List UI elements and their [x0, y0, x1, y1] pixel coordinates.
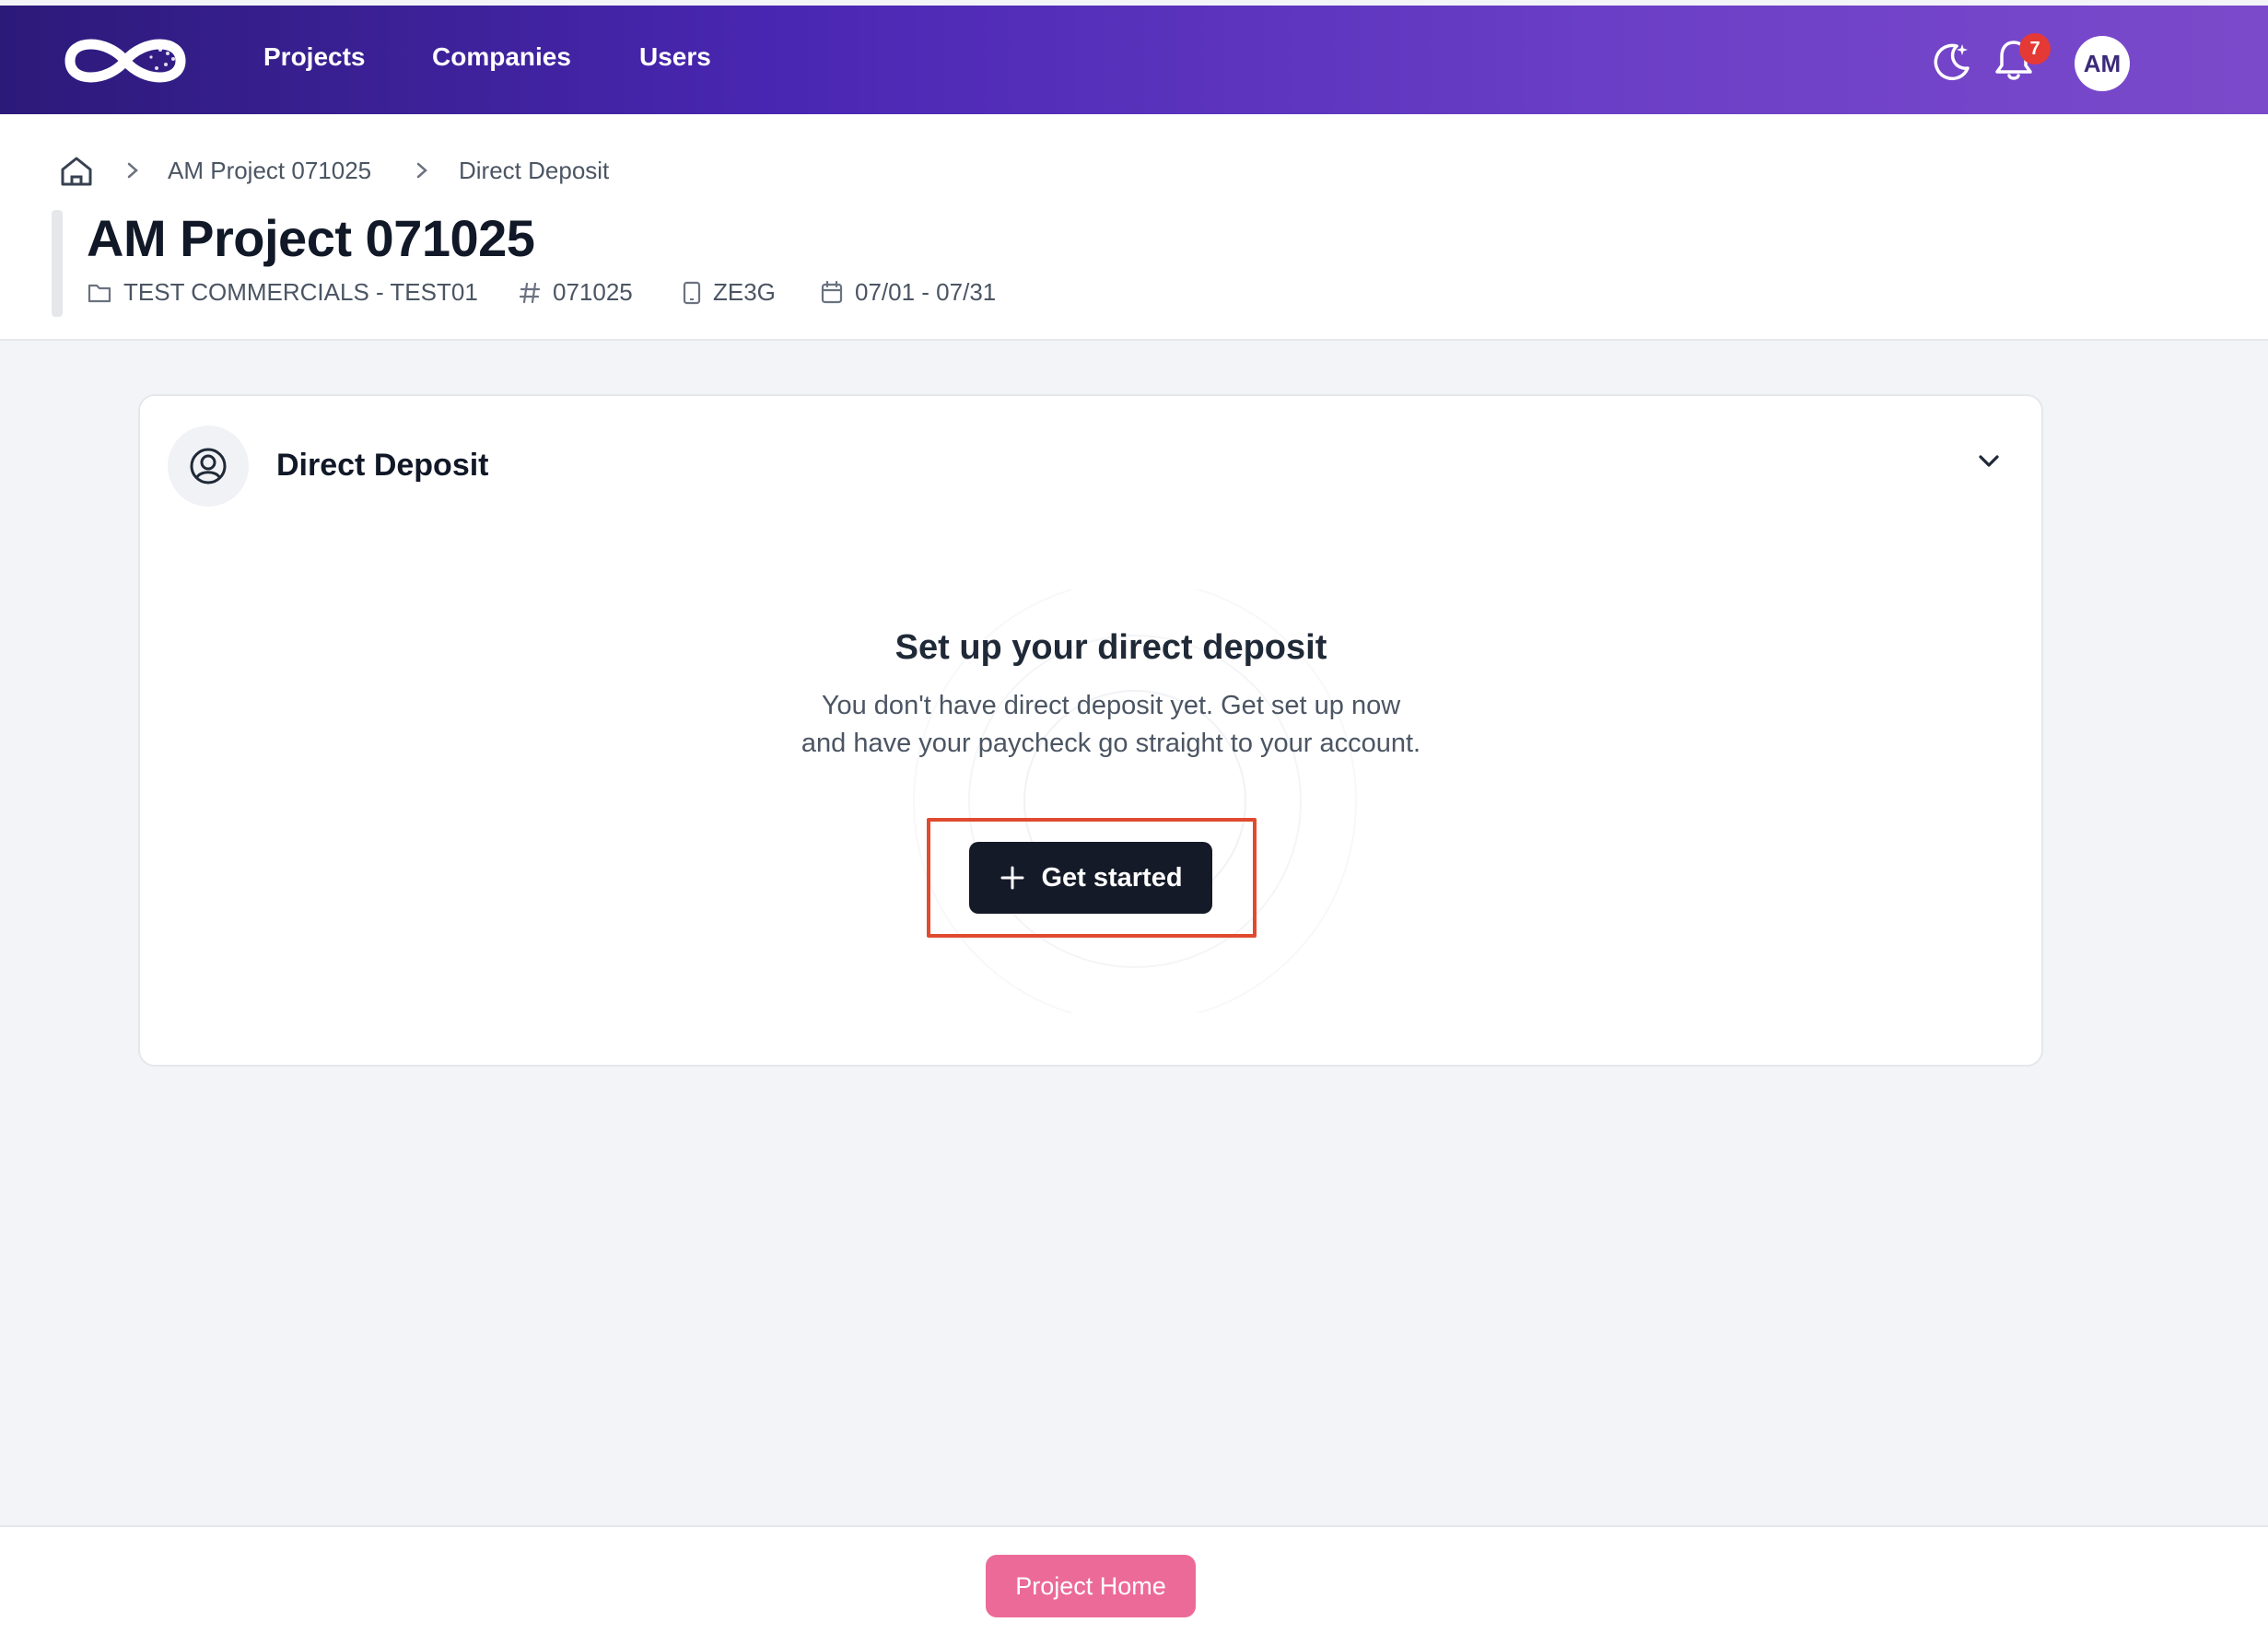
card-title: Direct Deposit [276, 448, 489, 483]
project-dates: 07/01 - 07/31 [820, 278, 996, 307]
user-avatar[interactable]: AM [2075, 36, 2130, 91]
project-number: 071025 [518, 278, 633, 307]
card-header-icon-wrapper [168, 426, 249, 507]
chevron-right-icon [416, 162, 427, 179]
hash-icon [519, 282, 541, 303]
page-footer: Project Home [0, 1525, 2268, 1634]
chevron-down-icon[interactable] [1973, 446, 2005, 477]
empty-state-description: You don't have direct deposit yet. Get s… [801, 691, 1421, 758]
get-started-button[interactable]: Get started [969, 842, 1212, 914]
infinity-logo-icon[interactable] [52, 22, 199, 99]
notification-count-badge: 7 [2019, 33, 2051, 64]
title-accent-bar [52, 210, 63, 317]
nav-companies-link[interactable]: Companies [432, 42, 571, 72]
top-nav-bar: Projects Companies Users 7 AM [0, 6, 2268, 114]
project-code: ZE3G [682, 278, 776, 307]
project-code-text: ZE3G [713, 278, 776, 306]
nav-users-link[interactable]: Users [639, 42, 711, 72]
moon-sparkle-icon[interactable] [1929, 39, 1973, 83]
user-circle-icon [190, 448, 227, 484]
project-dates-text: 07/01 - 07/31 [855, 278, 997, 306]
plus-icon [1000, 866, 1024, 890]
device-icon [683, 281, 701, 304]
empty-state-title: Set up your direct deposit [894, 628, 1327, 667]
chevron-right-icon [127, 162, 138, 179]
project-company: TEST COMMERCIALS - TEST01 [87, 278, 478, 307]
page-title: AM Project 071025 [87, 209, 535, 267]
page: Projects Companies Users 7 AM AM Project… [0, 0, 2268, 1634]
project-company-text: TEST COMMERCIALS - TEST01 [123, 278, 478, 306]
nav-projects-link[interactable]: Projects [263, 42, 366, 72]
calendar-icon [821, 280, 843, 303]
project-home-button[interactable]: Project Home [986, 1555, 1196, 1617]
home-icon[interactable] [59, 155, 94, 188]
direct-deposit-card: Direct Deposit Set up your direct deposi… [138, 394, 2043, 1067]
breadcrumb-project-link[interactable]: AM Project 071025 [168, 157, 371, 185]
breadcrumb-current: Direct Deposit [459, 157, 610, 184]
get-started-label: Get started [1041, 862, 1183, 893]
project-number-text: 071025 [553, 278, 633, 306]
folder-icon [88, 284, 111, 302]
